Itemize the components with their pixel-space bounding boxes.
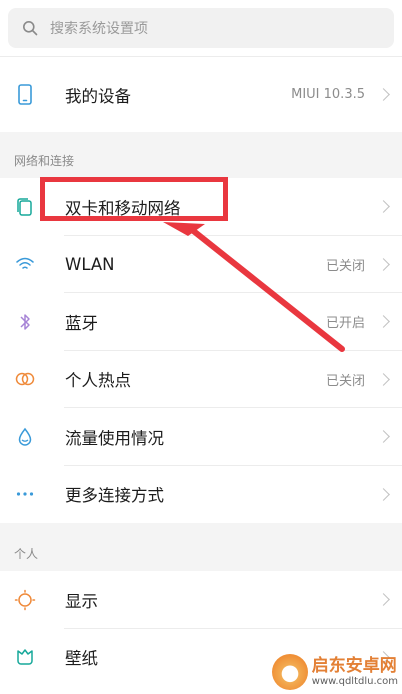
watermark: 启东安卓网 www.qdltdlu.com (271, 654, 398, 690)
watermark-url: www.qdltdlu.com (311, 675, 398, 687)
watermark-logo-icon (271, 654, 308, 690)
watermark-title: 启东安卓网 (311, 656, 397, 677)
annotation-arrow (163, 222, 345, 352)
